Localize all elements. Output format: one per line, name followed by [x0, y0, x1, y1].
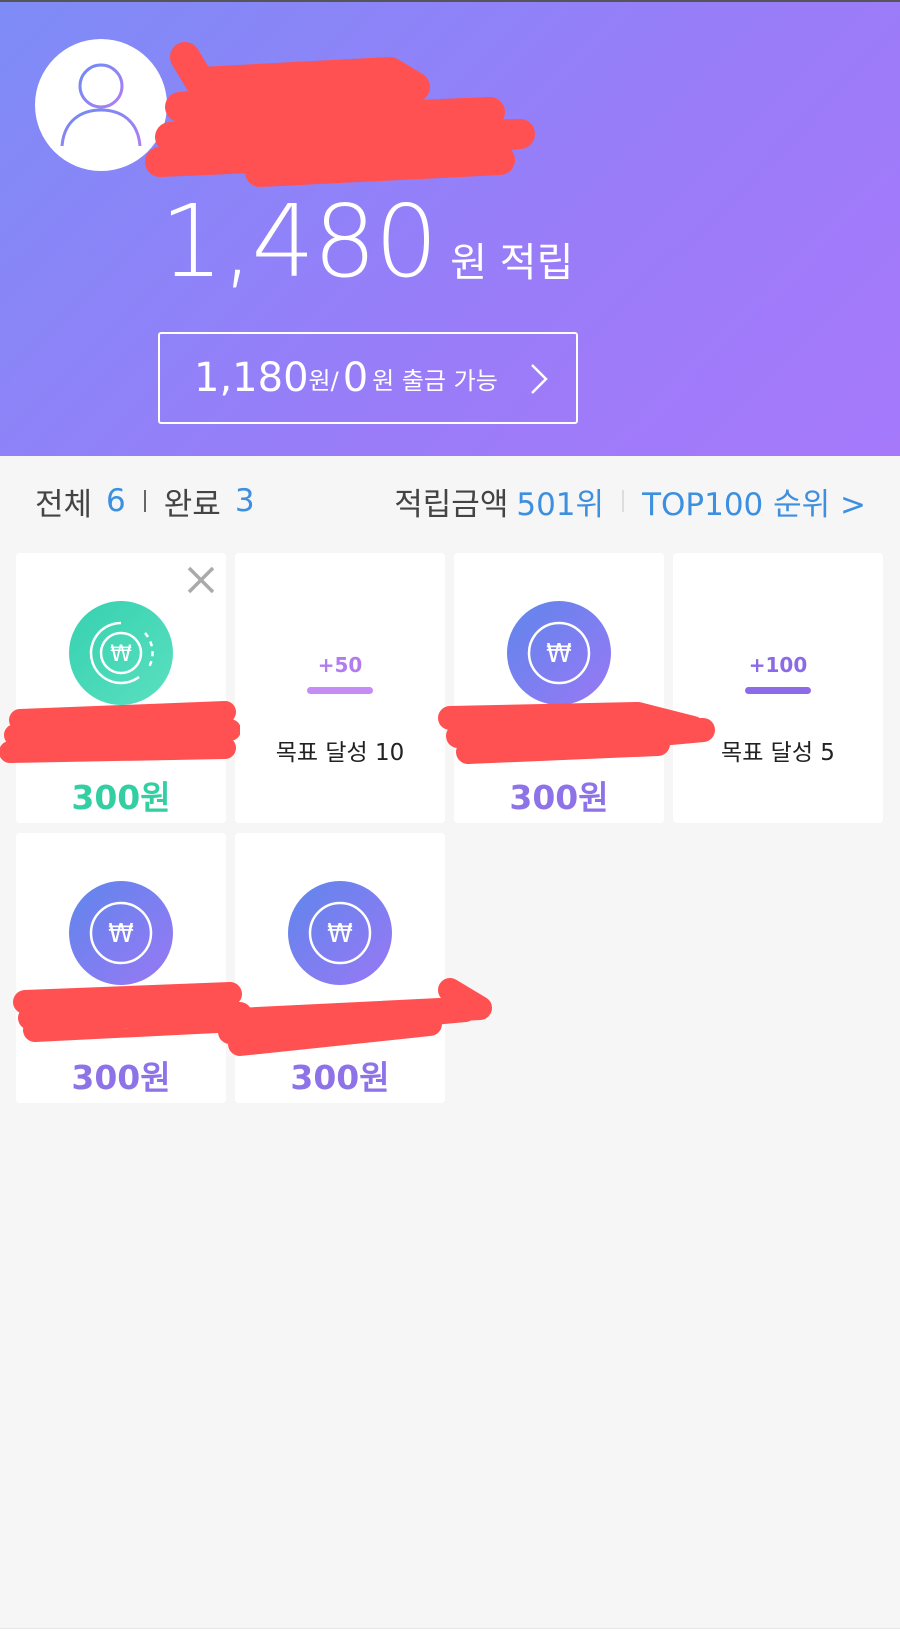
bonus-points: +100 [748, 653, 808, 677]
stats-row: 전체 6 완료 3 적립금액 501위 TOP100 순위 > [0, 456, 900, 546]
redacted-title [438, 702, 715, 764]
goal-label: 목표 달성 10 [275, 740, 405, 766]
divider [143, 490, 146, 512]
won-coin-icon: ₩ [288, 881, 392, 985]
rank-value: 501위 [516, 486, 605, 523]
top100-link[interactable]: TOP100 순위 > [642, 479, 866, 524]
withdraw-button[interactable]: 1,180 원/ 0 원 출금 가능 [158, 332, 578, 424]
reward-amount: 300원 [290, 1058, 390, 1097]
bottom-bar [0, 1628, 900, 1644]
withdraw-unit-2: 원 출금 가능 [372, 366, 498, 395]
close-icon[interactable] [184, 563, 218, 597]
won-coin-icon: ₩ [507, 601, 611, 705]
won-coin-icon: ₩ [69, 601, 173, 705]
withdraw-amount-1: 1,180 [194, 355, 309, 401]
reward-amount: 300원 [71, 778, 171, 817]
total-count: 6 [106, 483, 126, 519]
total-amount: 1,480 [160, 183, 438, 300]
done-label: 완료 [163, 486, 221, 523]
withdraw-amount-2: 0 [342, 355, 369, 401]
reward-card[interactable]: ₩ 300원 [454, 553, 664, 823]
withdraw-unit-1: 원/ [308, 366, 339, 395]
bonus-bar [307, 687, 373, 694]
total-unit: 원 적립 [450, 240, 574, 286]
reward-card[interactable]: ₩ 300원 [235, 833, 445, 1103]
goal-card[interactable]: +50 목표 달성 10 [235, 553, 445, 823]
svg-text:₩: ₩ [108, 919, 134, 949]
user-icon [60, 63, 142, 147]
reward-amount: 300원 [71, 1058, 171, 1097]
reward-amount: 300원 [509, 778, 609, 817]
goal-card[interactable]: +100 목표 달성 5 [673, 553, 883, 823]
redacted-title [13, 978, 492, 1056]
redacted-title [0, 701, 240, 763]
profile-header: 1,480 원 적립 1,180 원/ 0 원 출금 가능 [0, 0, 900, 456]
chevron-right-icon [531, 364, 548, 394]
done-count: 3 [234, 483, 255, 519]
won-coin-icon: ₩ [69, 881, 173, 985]
total-earned: 1,480 원 적립 [160, 192, 573, 292]
divider [622, 490, 625, 512]
total-label: 전체 [35, 486, 93, 523]
svg-text:₩: ₩ [546, 639, 572, 669]
svg-text:₩: ₩ [327, 919, 353, 949]
rank-label: 적립금액 [394, 486, 509, 523]
bonus-bar [745, 687, 811, 694]
redacted-name [145, 42, 535, 187]
bonus-points: +50 [317, 653, 363, 677]
reward-card[interactable]: ₩ 300원 [16, 553, 226, 823]
svg-text:₩: ₩ [110, 642, 132, 667]
reward-card[interactable]: ₩ 300원 [16, 833, 226, 1103]
